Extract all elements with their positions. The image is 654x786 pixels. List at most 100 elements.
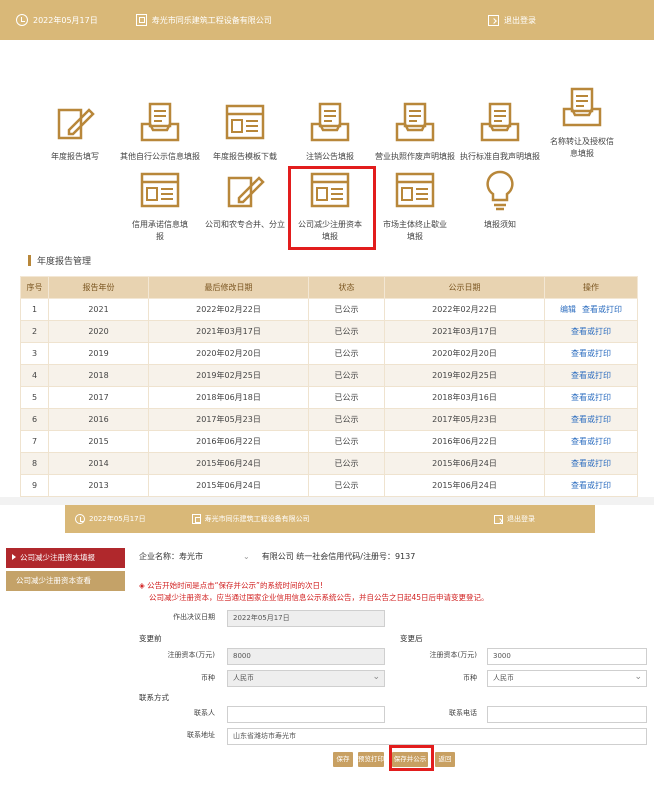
building-icon (191, 514, 201, 524)
view-print-link[interactable]: 查看或打印 (571, 393, 611, 402)
lightbulb-icon (486, 170, 514, 211)
capital-before-field[interactable]: 8000 (227, 648, 385, 665)
contact-section-label: 联系方式 (139, 693, 169, 702)
save-button[interactable]: 保存 (333, 752, 353, 767)
sidebar-item-reduce-capital-fill[interactable]: 公司减少注册资本填报 (6, 548, 125, 568)
row-status: 已公示 (308, 320, 385, 343)
tile-name-transfer[interactable]: 名称转让及授权信息填报 (532, 85, 632, 160)
capital-before-label: 注册资本(万元) (167, 651, 215, 659)
highlight-reduce-capital (288, 166, 376, 250)
logout-button[interactable]: 退出登录 (488, 14, 536, 26)
contact-input[interactable] (227, 706, 385, 723)
date-display: 2022年05月17日 (16, 14, 98, 26)
table-row: 3 2019 2020年02月20日 已公示 2020年02月20日 查看或打印 (20, 342, 638, 365)
row-actions: 编辑 查看或打印 (544, 298, 638, 321)
table-body: 1 2021 2022年02月22日 已公示 2022年02月22日 编辑 查看或打印 2 20… (20, 298, 638, 497)
tray-doc-icon (140, 102, 180, 142)
row-status: 已公示 (308, 452, 385, 475)
top-header-bar: 2022年05月17日 寿光市同乐建筑工程设备有限公司 退出登录 (0, 0, 654, 40)
phone-input[interactable] (487, 706, 647, 723)
view-print-link[interactable]: 查看或打印 (571, 415, 611, 424)
sidebar-item-reduce-capital-view[interactable]: 公司减少注册资本查看 (6, 571, 125, 591)
clock-icon (75, 514, 85, 524)
table-row: 2 2020 2021年03月17日 已公示 2021年03月17日 查看或打印 (20, 320, 638, 343)
reduce-capital-form: 企业名称：寿光市 ⌄ 有限公司 统一社会信用代码/注册号：9137 ◈ 公告开始时间… (135, 540, 654, 780)
row-modified-date: 2018年06月18日 (148, 386, 309, 409)
after-label: 变更后 (400, 634, 423, 643)
triangle-right-icon (12, 554, 16, 560)
row-publish-date: 2017年05月23日 (384, 408, 545, 431)
form-header-bar: 2022年05月17日 寿光市同乐建筑工程设备有限公司 退出登录 (65, 505, 595, 533)
row-number: 9 (20, 474, 49, 497)
capital-after-input[interactable]: 3000 (487, 648, 647, 665)
row-publish-date: 2020年02月20日 (384, 342, 545, 365)
row-publish-date: 2015年06月24日 (384, 474, 545, 497)
row-year: 2020 (48, 320, 149, 343)
row-year: 2017 (48, 386, 149, 409)
row-year: 2016 (48, 408, 149, 431)
notice-1: ◈ 公告开始时间是点击“保存并公示”的系统时间的次日! (139, 581, 323, 590)
resolution-date-field[interactable]: 2022年05月17日 (227, 610, 385, 627)
capital-after-label: 注册资本(万元) (429, 651, 477, 659)
row-year: 2013 (48, 474, 149, 497)
form-doc-icon (395, 172, 435, 208)
header-company: 寿光市同乐建筑工程设备有限公司 (151, 15, 272, 25)
address-label: 联系地址 (187, 731, 215, 739)
currency-after-select[interactable]: 人民币 (487, 670, 647, 687)
table-row: 4 2018 2019年02月25日 已公示 2019年02月25日 查看或打印 (20, 364, 638, 387)
before-label: 变更前 (139, 634, 162, 643)
row-number: 5 (20, 386, 49, 409)
row-number: 1 (20, 298, 49, 321)
row-number: 2 (20, 320, 49, 343)
logout-button-2[interactable]: 退出登录 (494, 514, 535, 524)
row-number: 6 (20, 408, 49, 431)
resolution-date-label: 作出决议日期 (173, 613, 215, 621)
row-status: 已公示 (308, 430, 385, 453)
logout-label: 退出登录 (504, 15, 536, 25)
row-number: 4 (20, 364, 49, 387)
table-row: 1 2021 2022年02月22日 已公示 2022年02月22日 编辑 查看或打印 (20, 298, 638, 321)
annual-report-table: 序号 报告年份 最后修改日期 状态 公示日期 操作 1 2021 2022年02月2… (20, 276, 638, 497)
view-print-link[interactable]: 查看或打印 (571, 481, 611, 490)
row-status: 已公示 (308, 364, 385, 387)
notice-2: 公司减少注册资本，应当通过国家企业信用信息公示系统公告，并自公告之日起45日后申… (149, 593, 489, 602)
alert-icon: ◈ (139, 581, 145, 590)
logout-icon (488, 14, 499, 26)
sidebar: 公司减少注册资本填报 公司减少注册资本查看 (6, 548, 125, 591)
row-publish-date: 2019年02月25日 (384, 364, 545, 387)
preview-print-button[interactable]: 预览打印 (358, 752, 384, 767)
row-publish-date: 2015年06月24日 (384, 452, 545, 475)
contact-label: 联系人 (194, 709, 215, 717)
tray-doc-icon (310, 102, 350, 142)
view-print-link[interactable]: 查看或打印 (571, 437, 611, 446)
company-display: 寿光市同乐建筑工程设备有限公司 (135, 14, 272, 26)
row-modified-date: 2020年02月20日 (148, 342, 309, 365)
row-actions: 查看或打印 (544, 408, 638, 431)
currency-before-select[interactable]: 人民币 (227, 670, 385, 687)
row-modified-date: 2016年06月22日 (148, 430, 309, 453)
row-modified-date: 2022年02月22日 (148, 298, 309, 321)
phone-label: 联系电话 (449, 709, 477, 717)
row-modified-date: 2015年06月24日 (148, 474, 309, 497)
view-print-link[interactable]: 查看或打印 (571, 459, 611, 468)
table-row: 5 2017 2018年06月18日 已公示 2018年03月16日 查看或打印 (20, 386, 638, 409)
row-actions: 查看或打印 (544, 386, 638, 409)
view-print-link[interactable]: 查看或打印 (571, 371, 611, 380)
row-number: 7 (20, 430, 49, 453)
view-print-link[interactable]: 查看或打印 (571, 349, 611, 358)
row-status: 已公示 (308, 408, 385, 431)
row-modified-date: 2017年05月23日 (148, 408, 309, 431)
row-status: 已公示 (308, 386, 385, 409)
view-print-link[interactable]: 查看或打印 (571, 327, 611, 336)
edit-doc-icon (57, 108, 95, 140)
row-actions: 查看或打印 (544, 320, 638, 343)
row-actions: 查看或打印 (544, 452, 638, 475)
row-publish-date: 2022年02月22日 (384, 298, 545, 321)
back-button[interactable]: 返回 (435, 752, 455, 767)
edit-link[interactable]: 编辑 (560, 305, 576, 314)
tile-instructions[interactable]: 填报须知 (445, 168, 555, 231)
row-status: 已公示 (308, 342, 385, 365)
view-print-link[interactable]: 查看或打印 (582, 305, 622, 314)
address-input[interactable]: 山东省潍坊市寿光市 (227, 728, 647, 745)
row-publish-date: 2018年03月16日 (384, 386, 545, 409)
